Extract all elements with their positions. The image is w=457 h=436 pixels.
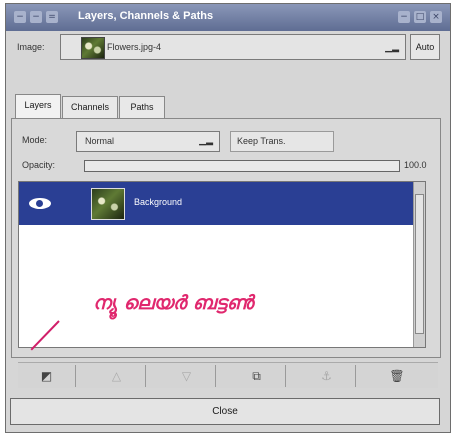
layer-list[interactable]: Background	[18, 181, 426, 348]
window-title: Layers, Channels & Paths	[78, 10, 214, 22]
image-thumbnail	[81, 37, 105, 59]
layer-list-scrollbar[interactable]	[413, 182, 425, 347]
layer-toolbar: ◩ △ ▽ ⧉ ⚓ 🗑	[18, 362, 438, 388]
delete-layer-icon: 🗑	[389, 369, 405, 383]
chevron-down-icon: ▁▂	[199, 136, 213, 146]
maximize-icon[interactable]: □	[414, 11, 426, 23]
delete-layer-button[interactable]: 🗑	[368, 365, 426, 387]
mode-label: Mode:	[22, 135, 48, 145]
close-button[interactable]: Close	[10, 398, 440, 425]
shade-icon[interactable]: −	[30, 11, 42, 23]
opacity-label: Opacity:	[22, 160, 56, 170]
new-layer-icon: ◩	[40, 369, 53, 383]
collapse-icon[interactable]: =	[46, 11, 58, 23]
tab-channels[interactable]: Channels	[62, 96, 118, 118]
anchor-layer-button[interactable]: ⚓	[298, 365, 356, 387]
chevron-down-icon: ▁▂	[385, 43, 399, 53]
auto-button[interactable]: Auto	[410, 34, 440, 60]
image-label: Image:	[17, 42, 45, 52]
keep-trans-checkbox[interactable]: Keep Trans.	[230, 131, 334, 152]
keep-trans-label: Keep Trans.	[237, 136, 286, 146]
new-layer-button[interactable]: ◩	[18, 365, 76, 387]
tab-layers[interactable]: Layers	[15, 94, 61, 118]
opacity-fill	[85, 161, 399, 171]
duplicate-layer-button[interactable]: ⧉	[228, 365, 286, 387]
layer-row-background[interactable]: Background	[19, 182, 415, 225]
opacity-value: 100.0	[404, 160, 427, 170]
layer-thumbnail	[91, 188, 125, 220]
lower-layer-button[interactable]: ▽	[158, 365, 216, 387]
title-bar[interactable]: − − = Layers, Channels & Paths − □ ×	[6, 4, 450, 31]
opacity-slider[interactable]	[84, 160, 400, 172]
lower-layer-icon: ▽	[181, 369, 192, 383]
raise-layer-icon: △	[111, 369, 122, 383]
minimize-icon[interactable]: −	[398, 11, 410, 23]
mode-selected-value: Normal	[85, 136, 115, 146]
image-selector[interactable]: Flowers.jpg-4 ▁▂	[60, 34, 406, 60]
eye-visibility-icon[interactable]	[29, 198, 51, 209]
duplicate-layer-icon: ⧉	[252, 369, 261, 383]
image-selected-value: Flowers.jpg-4	[107, 42, 162, 52]
window-menu-icon[interactable]: −	[14, 11, 26, 23]
layer-name: Background	[134, 197, 183, 207]
annotation-caption: ന്യൂ ലെയർ ബട്ടൺ	[93, 292, 254, 314]
mode-selector[interactable]: Normal ▁▂	[76, 131, 220, 152]
anchor-layer-icon: ⚓	[321, 369, 332, 383]
tab-paths[interactable]: Paths	[119, 96, 165, 118]
scrollbar-thumb[interactable]	[415, 194, 424, 334]
raise-layer-button[interactable]: △	[88, 365, 146, 387]
close-icon[interactable]: ×	[430, 11, 442, 23]
